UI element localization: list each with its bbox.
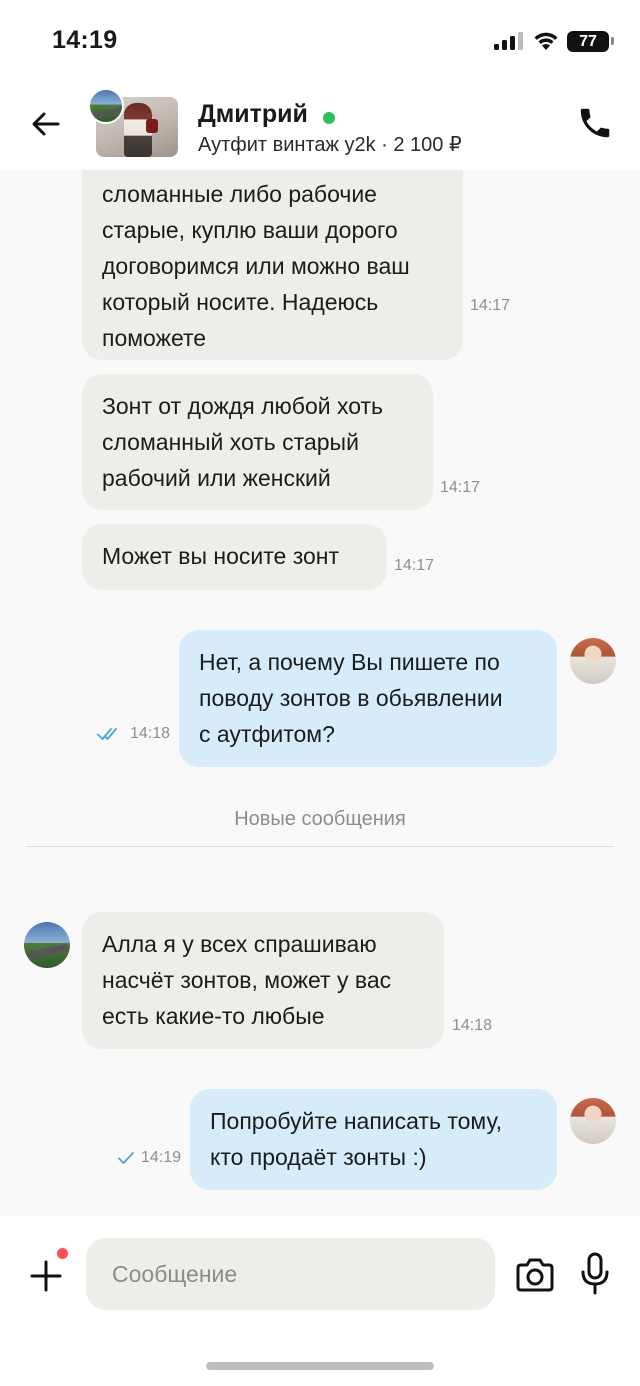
message-time: 14:17 bbox=[470, 297, 511, 314]
ad-info[interactable]: Аутфит винтаж y2k · 2 100 ₽ bbox=[198, 132, 462, 157]
online-status-indicator bbox=[323, 112, 335, 124]
new-messages-divider bbox=[26, 846, 614, 847]
status-bar: 14:19 77 bbox=[0, 0, 640, 84]
message-time: 14:17 bbox=[440, 479, 481, 496]
message-bubble-outgoing[interactable]: Попробуйте написать тому, кто продаёт зо… bbox=[190, 1089, 557, 1190]
arrow-left-icon[interactable] bbox=[28, 106, 64, 142]
wifi-icon bbox=[534, 32, 558, 50]
message-text: Алла я у всех спрашиваю насчёт зонтов, м… bbox=[102, 931, 392, 1029]
message-time: 14:19 bbox=[141, 1149, 182, 1166]
message-time: 14:17 bbox=[394, 557, 435, 574]
double-check-icon bbox=[97, 728, 117, 740]
message-list[interactable]: сломанные либо рабочие старые, куплю ваш… bbox=[0, 170, 640, 1216]
notification-badge bbox=[57, 1248, 68, 1259]
plus-icon[interactable] bbox=[26, 1256, 66, 1296]
message-text: Попробуйте написать тому, кто продаёт зо… bbox=[210, 1108, 503, 1170]
battery-cap bbox=[611, 37, 614, 45]
home-indicator bbox=[206, 1362, 434, 1370]
check-icon bbox=[118, 1152, 134, 1164]
seller-avatar[interactable] bbox=[88, 88, 124, 124]
battery-indicator: 77 bbox=[567, 31, 609, 52]
message-time: 14:18 bbox=[452, 1017, 493, 1034]
message-bubble-incoming[interactable]: сломанные либо рабочие старые, куплю ваш… bbox=[82, 170, 510, 360]
message-text: сломанные либо рабочие старые, куплю ваш… bbox=[102, 181, 410, 351]
composer-bar bbox=[0, 1216, 640, 1386]
message-input[interactable] bbox=[86, 1238, 495, 1310]
user-avatar[interactable] bbox=[570, 638, 616, 684]
seller-avatar-small[interactable] bbox=[24, 922, 70, 968]
message-bubble-incoming[interactable]: Может вы носите зонт 14:17 bbox=[82, 524, 434, 590]
camera-icon[interactable] bbox=[514, 1256, 556, 1294]
message-bubble-incoming[interactable]: Алла я у всех спрашиваю насчёт зонтов, м… bbox=[82, 912, 492, 1049]
seller-name[interactable]: Дмитрий bbox=[198, 100, 308, 129]
message-time: 14:18 bbox=[130, 725, 171, 742]
new-messages-divider-label: Новые сообщения bbox=[234, 808, 406, 830]
message-bubble-outgoing[interactable]: Нет, а почему Вы пишете по поводу зонтов… bbox=[179, 630, 557, 767]
message-text: Может вы носите зонт bbox=[102, 543, 340, 569]
chat-header: Дмитрий Аутфит винтаж y2k · 2 100 ₽ bbox=[0, 84, 640, 170]
microphone-icon[interactable] bbox=[580, 1252, 610, 1296]
message-bubble-incoming[interactable]: Зонт от дождя любой хоть сломанный хоть … bbox=[82, 374, 480, 510]
cellular-signal-icon bbox=[494, 32, 524, 50]
user-avatar[interactable] bbox=[570, 1098, 616, 1144]
phone-icon[interactable] bbox=[576, 104, 614, 142]
message-text: Нет, а почему Вы пишете по поводу зонтов… bbox=[199, 649, 503, 747]
status-time: 14:19 bbox=[52, 26, 118, 54]
message-text: Зонт от дождя любой хоть сломанный хоть … bbox=[102, 393, 384, 491]
